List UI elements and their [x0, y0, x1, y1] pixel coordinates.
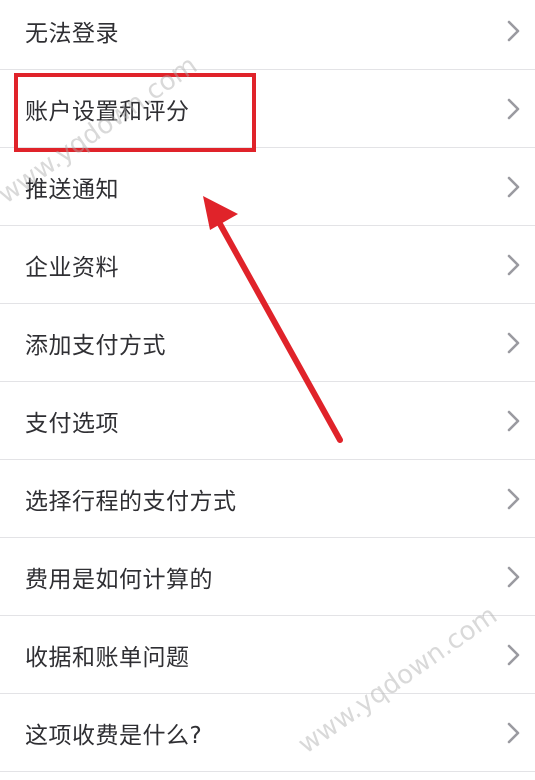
menu-item-what-is-this-charge[interactable]: 这项收费是什么? [0, 694, 535, 772]
menu-item-account-settings-and-ratings[interactable]: 账户设置和评分 [0, 70, 535, 148]
menu-item-label: 选择行程的支付方式 [25, 488, 237, 515]
menu-item-label: 推送通知 [25, 176, 119, 203]
menu-item-label: 这项收费是什么? [25, 722, 203, 749]
menu-item-add-payment-method[interactable]: 添加支付方式 [0, 304, 535, 382]
chevron-right-icon [503, 19, 523, 43]
menu-item-label: 添加支付方式 [25, 332, 166, 359]
chevron-right-icon [503, 253, 523, 277]
menu-item-label: 企业资料 [25, 254, 119, 281]
chevron-right-icon [503, 97, 523, 121]
menu-item-business-profile[interactable]: 企业资料 [0, 226, 535, 304]
chevron-right-icon [503, 643, 523, 667]
chevron-right-icon [503, 487, 523, 511]
menu-item-label: 支付选项 [25, 410, 119, 437]
menu-item-label: 账户设置和评分 [25, 98, 190, 125]
help-topic-list: 无法登录 账户设置和评分 推送通知 企业资料 添加支付方式 支付选项 选择行程的… [0, 0, 535, 772]
chevron-right-icon [503, 721, 523, 745]
chevron-right-icon [503, 175, 523, 199]
menu-item-label: 无法登录 [25, 20, 119, 47]
menu-item-payment-options[interactable]: 支付选项 [0, 382, 535, 460]
menu-item-push-notifications[interactable]: 推送通知 [0, 148, 535, 226]
menu-item-receipts-and-billing[interactable]: 收据和账单问题 [0, 616, 535, 694]
menu-item-cannot-login[interactable]: 无法登录 [0, 0, 535, 70]
chevron-right-icon [503, 565, 523, 589]
menu-item-choose-trip-payment-method[interactable]: 选择行程的支付方式 [0, 460, 535, 538]
menu-item-label: 收据和账单问题 [25, 644, 190, 671]
menu-item-how-fares-calculated[interactable]: 费用是如何计算的 [0, 538, 535, 616]
chevron-right-icon [503, 409, 523, 433]
menu-item-label: 费用是如何计算的 [25, 566, 213, 593]
chevron-right-icon [503, 331, 523, 355]
